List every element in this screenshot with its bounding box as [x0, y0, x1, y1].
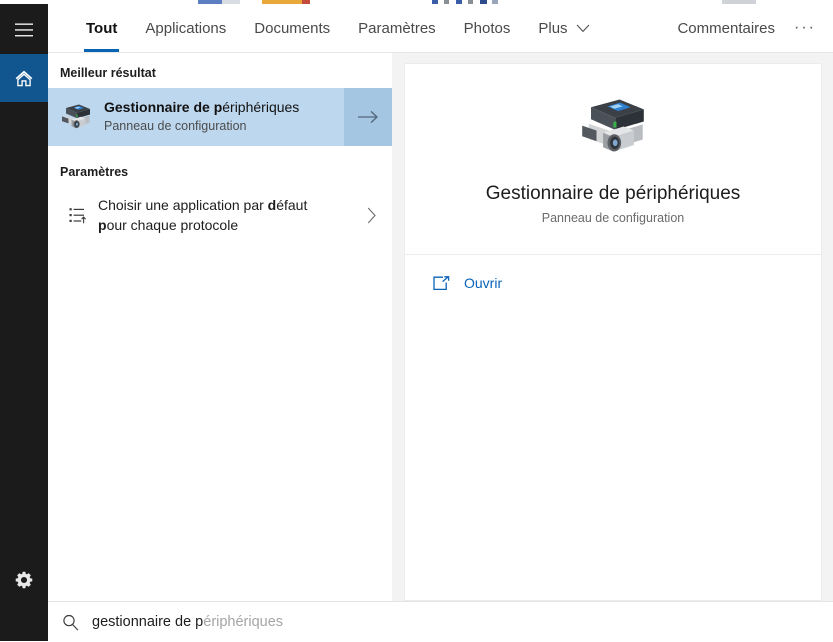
gear-icon — [15, 571, 33, 589]
tab-photos[interactable]: Photos — [450, 4, 525, 52]
nav-rail — [0, 4, 48, 641]
settings-result-text: Choisir une application par défaut pour … — [98, 195, 352, 236]
open-button[interactable]: Ouvrir — [433, 275, 502, 291]
tab-bar: Tout Applications Documents Paramètres P… — [72, 4, 604, 52]
header-actions: Commentaires ··· — [665, 4, 823, 52]
section-header-best-result: Meilleur résultat — [60, 66, 156, 80]
preview-hero: Gestionnaire de périphériques Panneau de… — [405, 64, 821, 255]
tab-label: Tout — [86, 19, 118, 37]
best-result-subtitle: Panneau de configuration — [104, 118, 247, 133]
preview-actions: Ouvrir — [405, 255, 821, 296]
chevron-right-icon — [352, 207, 392, 224]
tab-label: Plus — [538, 19, 568, 37]
section-header-settings: Paramètres — [60, 165, 129, 179]
best-result-text: Gestionnaire de périphériques Panneau de… — [104, 88, 344, 146]
tab-documents[interactable]: Documents — [240, 4, 344, 52]
preview-app-icon — [575, 94, 651, 165]
arrow-right-icon — [358, 110, 378, 124]
open-label: Ouvrir — [464, 275, 503, 291]
sidebar-item-home[interactable] — [0, 54, 48, 102]
hamburger-menu-icon — [15, 23, 33, 37]
preview-panel: Gestionnaire de périphériques Panneau de… — [404, 63, 822, 601]
tab-label: Applications — [145, 19, 227, 37]
ellipsis-icon: ··· — [794, 19, 816, 36]
windows-search-window: Tout Applications Documents Paramètres P… — [0, 4, 833, 642]
tab-tout[interactable]: Tout — [72, 4, 131, 52]
tab-applications[interactable]: Applications — [131, 4, 240, 52]
settings-result-line-1: Choisir une application par défaut — [98, 195, 346, 215]
chevron-down-icon — [576, 20, 590, 37]
settings-line2-post: our chaque protocole — [106, 217, 239, 233]
settings-result-line-2: pour chaque protocole — [98, 215, 346, 235]
tab-label: Photos — [463, 19, 511, 37]
best-result-title-match: Gestionnaire de p — [104, 99, 223, 115]
settings-line1-post: éfaut — [276, 196, 308, 213]
feedback-button[interactable]: Commentaires — [665, 20, 787, 37]
more-options-button[interactable]: ··· — [787, 4, 823, 52]
default-apps-list-icon — [48, 207, 98, 224]
settings-line1-pre: Choisir une application par — [98, 196, 268, 213]
tab-plus[interactable]: Plus — [524, 4, 603, 52]
settings-line1-bold: d — [267, 196, 277, 213]
preview-app-title: Gestionnaire de périphériques — [485, 182, 741, 204]
search-typed-text: gestionnaire de p — [92, 614, 204, 630]
settings-line2-bold: p — [98, 217, 107, 233]
settings-result-item[interactable]: Choisir une application par défaut pour … — [48, 187, 392, 243]
search-suggestion-text: ériphériques — [203, 614, 284, 630]
best-result-title: Gestionnaire de périphériques — [104, 99, 336, 117]
sidebar-item-settings[interactable] — [0, 556, 48, 604]
search-icon — [48, 614, 92, 631]
search-bar[interactable]: gestionnaire de périphériques — [48, 601, 833, 642]
results-panel: Meilleur résultat Gestionnaire de périph… — [48, 53, 392, 601]
best-result-title-rest: ériphériques — [222, 99, 300, 115]
home-icon — [15, 70, 33, 87]
settings-section: Paramètres Choisir une application par d… — [48, 152, 392, 243]
tab-label: Paramètres — [358, 19, 436, 37]
preview-app-subtitle: Panneau de configuration — [541, 210, 685, 225]
search-input[interactable]: gestionnaire de périphériques — [92, 614, 283, 630]
open-external-icon — [433, 275, 450, 291]
device-manager-icon — [48, 88, 104, 146]
hamburger-menu-button[interactable] — [0, 6, 48, 54]
tab-label: Documents — [254, 19, 331, 37]
header: Tout Applications Documents Paramètres P… — [48, 4, 833, 53]
best-result-open-button[interactable] — [344, 88, 392, 146]
search-body: Meilleur résultat Gestionnaire de périph… — [48, 53, 833, 601]
tab-parametres[interactable]: Paramètres — [344, 4, 450, 52]
best-result-item[interactable]: Gestionnaire de périphériques Panneau de… — [48, 88, 392, 146]
